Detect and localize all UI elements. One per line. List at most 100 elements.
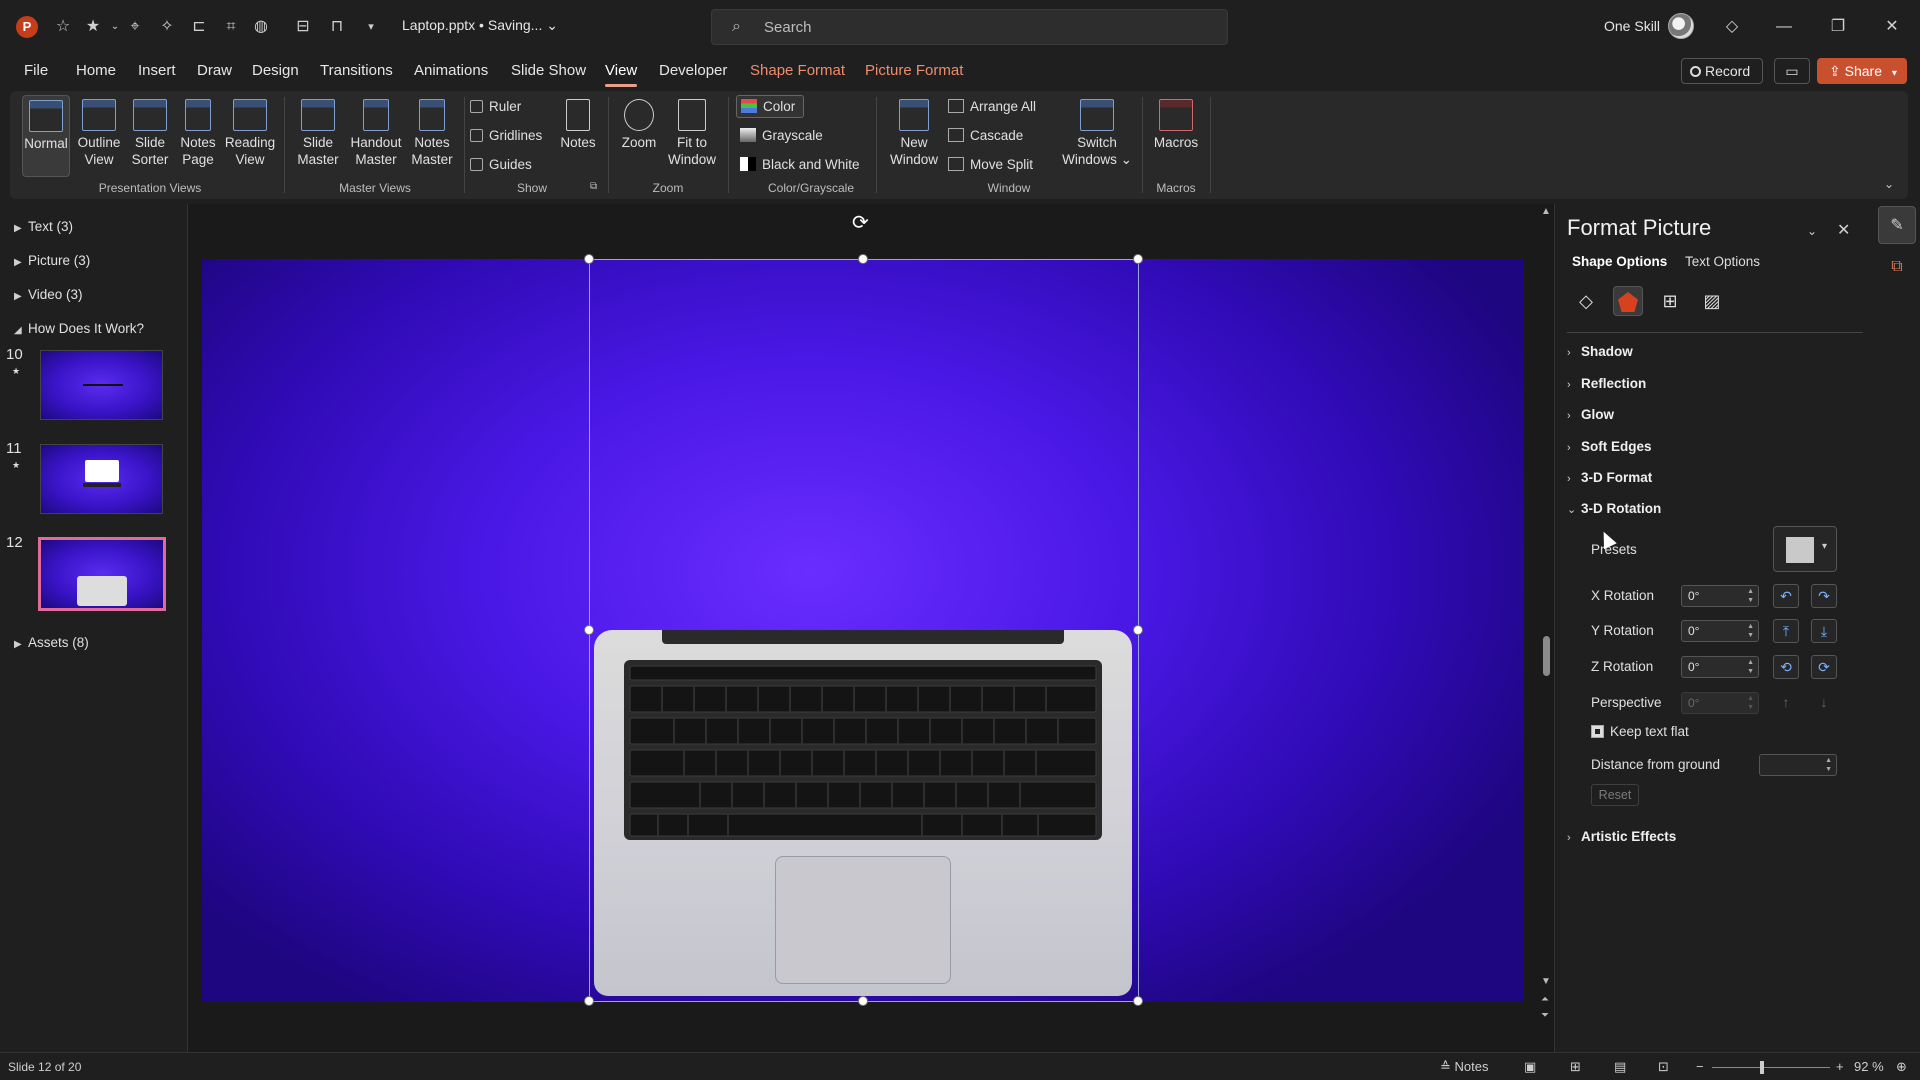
tab-draw[interactable]: Draw [197, 62, 232, 79]
align-center-icon[interactable]: ⊓ [326, 16, 348, 38]
slide-thumbnail-10[interactable] [40, 350, 163, 420]
section-video[interactable]: ▶ Video (3) [14, 287, 83, 302]
tab-design[interactable]: Design [252, 62, 299, 79]
keep-text-flat-checkbox[interactable]: Keep text flat [1591, 724, 1689, 739]
crop-icon[interactable]: ⌗ [220, 16, 242, 38]
section-3d-rotation[interactable]: ⌄ 3-D Rotation [1567, 501, 1661, 516]
spinner-arrows-icon[interactable]: ▲ ▼ [1825, 756, 1832, 774]
spinner-arrows-icon[interactable]: ▲ ▼ [1747, 658, 1754, 676]
vertical-scrollbar[interactable]: ▲ ▼ ⏶ ⏷ [1539, 204, 1554, 1052]
distribute-icon[interactable]: ⊟ [292, 16, 314, 38]
tab-view[interactable]: View [605, 62, 638, 87]
comments-button[interactable]: ▭ [1774, 58, 1810, 84]
shape-fill-icon[interactable]: ◍ [250, 16, 272, 38]
grayscale-button[interactable]: Grayscale [740, 128, 823, 143]
slide-sorter-button[interactable]: Slide Sorter [126, 99, 174, 168]
chevron-down-icon[interactable]: ⌄ [104, 16, 126, 38]
resize-handle[interactable] [858, 996, 868, 1006]
resize-handle[interactable] [584, 625, 594, 635]
restore-icon[interactable]: ❐ [1824, 14, 1852, 40]
fill-and-line-icon[interactable]: ◇ [1571, 286, 1601, 316]
tab-transitions[interactable]: Transitions [320, 62, 393, 79]
section-text[interactable]: ▶ Text (3) [14, 219, 73, 234]
rotate-clockwise-icon[interactable]: ⟳ [1811, 655, 1837, 679]
section-3d-format[interactable]: › 3-D Format [1567, 470, 1652, 485]
section-reflection[interactable]: › Reflection [1567, 376, 1646, 391]
section-how-does-it-work[interactable]: ◢ How Does It Work? [14, 321, 144, 336]
spinner-arrows-icon[interactable]: ▲ ▼ [1747, 587, 1754, 605]
slide-thumbnail-11[interactable] [40, 444, 163, 514]
tab-shape-options[interactable]: Shape Options [1572, 254, 1667, 269]
autosave-star-icon[interactable]: ☆ [52, 16, 74, 38]
reading-view-icon[interactable]: ▤ [1614, 1059, 1626, 1075]
picture-icon[interactable]: ▨ [1697, 286, 1727, 316]
zoom-slider-knob[interactable] [1760, 1061, 1764, 1074]
scroll-up-arrow-icon[interactable]: ▲ [1541, 206, 1551, 217]
spinner-arrows-icon[interactable]: ▲ ▼ [1747, 622, 1754, 640]
slideshow-icon[interactable]: ⊡ [1658, 1059, 1669, 1075]
z-rotation-input[interactable]: 0° ▲ ▼ [1681, 656, 1759, 678]
resize-handle[interactable] [584, 254, 594, 264]
record-button[interactable]: Record [1681, 58, 1763, 84]
section-glow[interactable]: › Glow [1567, 407, 1614, 422]
notes-button[interactable]: Notes [556, 99, 600, 151]
section-assets[interactable]: ▶ Assets (8) [14, 635, 89, 650]
tab-home[interactable]: Home [76, 62, 116, 79]
resize-handle[interactable] [584, 996, 594, 1006]
previous-slide-icon[interactable]: ⏶ [1541, 994, 1549, 1005]
tab-developer[interactable]: Developer [659, 62, 727, 79]
slide-sorter-icon[interactable]: ⊞ [1570, 1059, 1581, 1075]
section-soft-edges[interactable]: › Soft Edges [1567, 439, 1652, 454]
customize-toolbar-icon[interactable]: ▾ [360, 16, 382, 38]
color-button[interactable]: Color [736, 95, 805, 118]
black-and-white-button[interactable]: Black and White [740, 157, 860, 172]
favorite-star-icon[interactable]: ★ [82, 16, 104, 38]
section-picture[interactable]: ▶ Picture (3) [14, 253, 90, 268]
tab-shape-format[interactable]: Shape Format [750, 62, 845, 79]
slide-master-button[interactable]: Slide Master [294, 99, 342, 168]
presets-dropdown[interactable]: ▾ [1773, 526, 1837, 572]
resize-handle[interactable] [1133, 625, 1143, 635]
document-title[interactable]: Laptop.pptx • Saving... ⌄ [402, 17, 558, 34]
distance-from-ground-input[interactable]: ▲ ▼ [1759, 754, 1837, 776]
new-window-button[interactable]: New Window [884, 99, 944, 168]
fit-to-window-button[interactable]: Fit to Window [664, 99, 720, 168]
show-dialog-launcher-icon[interactable]: ⧉ [590, 181, 597, 192]
switch-windows-button[interactable]: Switch Windows ⌄ [1060, 99, 1134, 168]
resize-handle[interactable] [858, 254, 868, 264]
tab-file[interactable]: File [24, 62, 48, 79]
collapse-ribbon-chevron-icon[interactable]: ⌄ [1884, 177, 1894, 191]
ruler-checkbox[interactable]: Ruler [470, 99, 521, 114]
arrange-all-button[interactable]: Arrange All [948, 99, 1036, 114]
gridlines-checkbox[interactable]: Gridlines [470, 128, 542, 143]
section-artistic-effects[interactable]: › Artistic Effects [1567, 829, 1676, 844]
minimize-icon[interactable]: — [1770, 14, 1798, 40]
rotate-up-icon[interactable]: ⤒ [1773, 619, 1799, 643]
sparkle-icon[interactable]: ✧ [156, 16, 178, 38]
zoom-button[interactable]: Zoom [616, 99, 662, 151]
rotate-handle-icon[interactable]: ⟳ [852, 210, 869, 235]
user-name[interactable]: One Skill [1604, 18, 1660, 34]
selection-pane-icon[interactable]: ⧉ [1878, 248, 1916, 286]
tab-animations[interactable]: Animations [414, 62, 488, 79]
rotate-counterclockwise-icon[interactable]: ⟲ [1773, 655, 1799, 679]
scroll-down-arrow-icon[interactable]: ▼ [1541, 976, 1551, 987]
tab-picture-format[interactable]: Picture Format [865, 62, 963, 79]
move-split-button[interactable]: Move Split [948, 157, 1033, 172]
tab-insert[interactable]: Insert [138, 62, 176, 79]
size-and-properties-icon[interactable]: ⊞ [1655, 286, 1685, 316]
macros-button[interactable]: Macros [1150, 99, 1202, 151]
search-input[interactable]: ⌕ Search [711, 9, 1228, 45]
align-icon[interactable]: ⊏ [188, 16, 210, 38]
close-pane-icon[interactable]: ✕ [1837, 220, 1850, 240]
outline-view-button[interactable]: Outline View [74, 99, 124, 168]
tab-text-options[interactable]: Text Options [1685, 254, 1760, 269]
fit-slide-icon[interactable]: ⊕ [1896, 1059, 1907, 1075]
normal-view-button[interactable]: Normal [22, 95, 70, 177]
resize-handle[interactable] [1133, 996, 1143, 1006]
handout-master-button[interactable]: Handout Master [346, 99, 406, 168]
rotate-right-icon[interactable]: ↷ [1811, 584, 1837, 608]
close-icon[interactable]: ✕ [1878, 14, 1906, 40]
resize-handle[interactable] [1133, 254, 1143, 264]
notes-page-button[interactable]: Notes Page [176, 99, 220, 168]
